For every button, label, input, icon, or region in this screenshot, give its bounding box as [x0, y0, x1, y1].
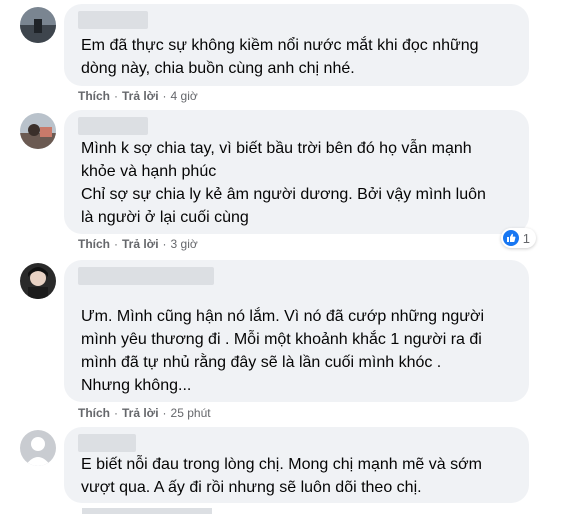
author-name[interactable] — [78, 117, 148, 135]
comment-text: Ưm. Mình cũng hận nó lắm. Vì nó đã cướp … — [81, 308, 484, 394]
comment-time[interactable]: 4 giờ — [171, 89, 198, 103]
comment-bubble: Mình k sợ chia tay, vì biết bầu trời bên… — [64, 110, 529, 234]
avatar[interactable] — [20, 7, 56, 43]
author-name[interactable] — [78, 267, 214, 285]
reaction-count[interactable]: 1 — [500, 228, 536, 248]
author-name[interactable] — [78, 11, 148, 29]
comment-time[interactable]: 25 phút — [171, 406, 211, 420]
like-button[interactable]: Thích — [78, 89, 110, 103]
reply-button[interactable]: Trả lời — [122, 89, 159, 103]
author-name[interactable] — [78, 434, 136, 452]
comment-bubble: E biết nỗi đau trong lòng chị. Mong chị … — [64, 427, 529, 503]
comment-actions: Thích · Trả lời · 3 giờ — [78, 237, 198, 251]
comment-text: Mình k sợ chia tay, vì biết bầu trời bên… — [81, 140, 486, 226]
reply-button[interactable]: Trả lời — [122, 237, 159, 251]
like-icon — [502, 230, 519, 246]
avatar[interactable] — [20, 430, 56, 466]
reply-button[interactable]: Trả lời — [122, 406, 159, 420]
comment-text: E biết nỗi đau trong lòng chị. Mong chị … — [81, 456, 482, 496]
avatar[interactable] — [20, 263, 56, 299]
comment-text: Em đã thực sự không kiềm nổi nước mắt kh… — [81, 37, 479, 77]
like-button[interactable]: Thích — [78, 237, 110, 251]
comment-actions: Thích · Trả lời · 25 phút — [78, 406, 211, 420]
comment-actions: Thích · Trả lời · 4 giờ — [78, 89, 198, 103]
comment-bubble: Ưm. Mình cũng hận nó lắm. Vì nó đã cướp … — [64, 260, 529, 402]
like-button[interactable]: Thích — [78, 406, 110, 420]
comment-actions — [82, 508, 212, 514]
avatar[interactable] — [20, 113, 56, 149]
comment-bubble: Em đã thực sự không kiềm nổi nước mắt kh… — [64, 4, 529, 86]
comment-time[interactable]: 3 giờ — [171, 237, 198, 251]
